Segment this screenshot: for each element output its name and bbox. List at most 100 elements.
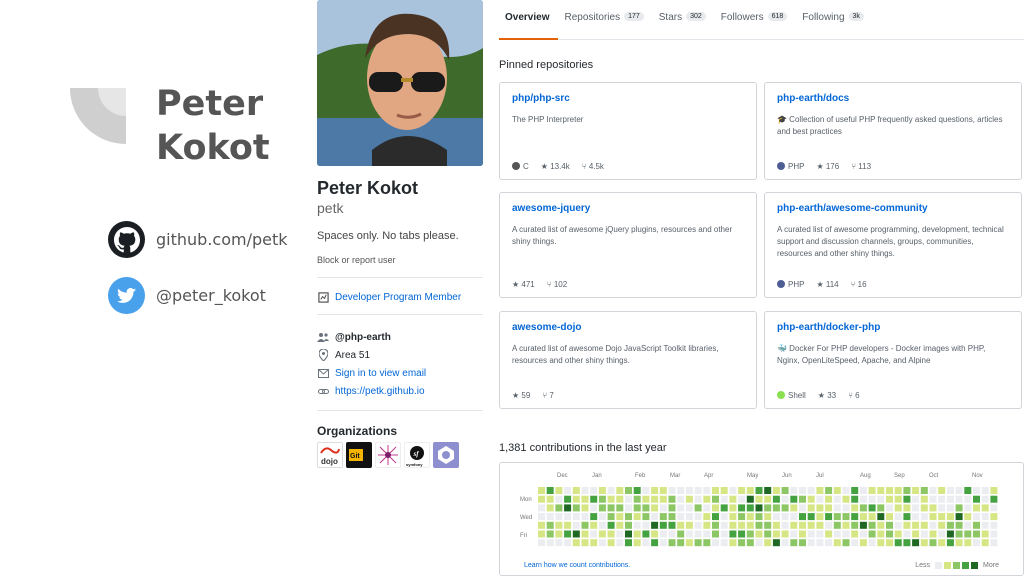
contribution-day[interactable] xyxy=(929,504,937,512)
contribution-day[interactable] xyxy=(538,521,545,529)
pinned-repo-card[interactable]: php-earth/docs 🎓 Collection of useful PH… xyxy=(764,82,1022,180)
contribution-day[interactable] xyxy=(607,521,615,529)
contribution-day[interactable] xyxy=(564,530,572,538)
contribution-day[interactable] xyxy=(555,513,563,521)
contribution-day[interactable] xyxy=(598,521,606,529)
contribution-day[interactable] xyxy=(746,504,754,512)
contribution-day[interactable] xyxy=(642,539,650,547)
contribution-day[interactable] xyxy=(790,495,798,503)
contribution-day[interactable] xyxy=(816,487,824,494)
repo-forks[interactable]: ⑂ 16 xyxy=(851,280,867,289)
contribution-day[interactable] xyxy=(572,487,580,494)
contribution-day[interactable] xyxy=(851,521,859,529)
contribution-day[interactable] xyxy=(755,513,763,521)
contribution-day[interactable] xyxy=(886,504,893,512)
contribution-day[interactable] xyxy=(990,513,998,521)
contribution-day[interactable] xyxy=(677,504,685,512)
contribution-day[interactable] xyxy=(651,487,659,494)
contribution-day[interactable] xyxy=(729,487,737,494)
contribution-day[interactable] xyxy=(903,495,911,503)
contribution-day[interactable] xyxy=(912,539,920,547)
contribution-day[interactable] xyxy=(633,539,641,547)
contribution-day[interactable] xyxy=(642,530,650,538)
contribution-day[interactable] xyxy=(807,487,815,494)
contribution-day[interactable] xyxy=(868,539,876,547)
email-link[interactable]: Sign in to view email xyxy=(317,367,426,379)
pinned-repo-card[interactable]: awesome-jquery A curated list of awesome… xyxy=(499,192,757,298)
contribution-day[interactable] xyxy=(590,539,598,547)
contribution-day[interactable] xyxy=(955,530,963,538)
contribution-day[interactable] xyxy=(955,487,963,494)
contribution-day[interactable] xyxy=(946,487,954,494)
contribution-day[interactable] xyxy=(546,521,554,529)
contribution-day[interactable] xyxy=(642,513,650,521)
contribution-day[interactable] xyxy=(764,521,772,529)
repo-name-link[interactable]: awesome-dojo xyxy=(512,322,744,333)
contribution-day[interactable] xyxy=(738,530,746,538)
contribution-day[interactable] xyxy=(607,530,615,538)
contribution-day[interactable] xyxy=(886,487,893,494)
contribution-day[interactable] xyxy=(851,513,859,521)
repo-stars[interactable]: ★ 114 xyxy=(816,280,838,289)
contribution-day[interactable] xyxy=(851,539,859,547)
contribution-day[interactable] xyxy=(668,513,676,521)
contribution-day[interactable] xyxy=(616,504,624,512)
contribution-day[interactable] xyxy=(764,495,772,503)
contribution-day[interactable] xyxy=(920,495,928,503)
contribution-day[interactable] xyxy=(807,504,815,512)
contribution-day[interactable] xyxy=(781,513,789,521)
contribution-day[interactable] xyxy=(816,539,824,547)
contribution-day[interactable] xyxy=(572,513,580,521)
contribution-day[interactable] xyxy=(903,513,911,521)
contribution-day[interactable] xyxy=(938,539,946,547)
contribution-day[interactable] xyxy=(912,495,920,503)
tab-followers[interactable]: Followers 618 xyxy=(715,0,796,40)
contribution-day[interactable] xyxy=(755,521,763,529)
contribution-day[interactable] xyxy=(564,539,572,547)
contribution-day[interactable] xyxy=(842,504,850,512)
contribution-day[interactable] xyxy=(555,530,563,538)
contribution-day[interactable] xyxy=(598,487,606,494)
contribution-day[interactable] xyxy=(825,521,833,529)
contribution-day[interactable] xyxy=(807,521,815,529)
contribution-day[interactable] xyxy=(538,495,545,503)
contribution-day[interactable] xyxy=(720,513,728,521)
repo-stars[interactable]: ★ 471 xyxy=(512,280,535,289)
contribution-day[interactable] xyxy=(694,530,702,538)
contribution-day[interactable] xyxy=(633,504,641,512)
contribution-day[interactable] xyxy=(598,513,606,521)
contribution-day[interactable] xyxy=(659,504,667,512)
contribution-day[interactable] xyxy=(799,487,806,494)
contribution-day[interactable] xyxy=(955,539,963,547)
contribution-day[interactable] xyxy=(833,495,841,503)
contribution-day[interactable] xyxy=(659,530,667,538)
repo-forks[interactable]: ⑂ 113 xyxy=(851,162,871,171)
contribution-day[interactable] xyxy=(790,521,798,529)
contribution-day[interactable] xyxy=(755,530,763,538)
tab-stars[interactable]: Stars 302 xyxy=(653,0,715,40)
contribution-day[interactable] xyxy=(590,521,598,529)
contribution-day[interactable] xyxy=(538,487,545,494)
contribution-day[interactable] xyxy=(894,539,902,547)
contribution-day[interactable] xyxy=(668,487,676,494)
contribution-day[interactable] xyxy=(598,504,606,512)
contribution-day[interactable] xyxy=(851,495,859,503)
contribution-day[interactable] xyxy=(973,513,980,521)
contribution-day[interactable] xyxy=(607,539,615,547)
repo-name-link[interactable]: php/php-src xyxy=(512,93,744,104)
contribution-day[interactable] xyxy=(677,487,685,494)
contribution-day[interactable] xyxy=(659,539,667,547)
contribution-day[interactable] xyxy=(712,521,719,529)
contribution-day[interactable] xyxy=(877,539,885,547)
contribution-day[interactable] xyxy=(772,513,780,521)
contribution-day[interactable] xyxy=(981,530,989,538)
contribution-day[interactable] xyxy=(651,495,659,503)
contribution-day[interactable] xyxy=(938,521,946,529)
repo-name-link[interactable]: php-earth/docs xyxy=(777,93,1009,104)
contribution-day[interactable] xyxy=(598,495,606,503)
contribution-day[interactable] xyxy=(720,487,728,494)
contribution-day[interactable] xyxy=(546,513,554,521)
contribution-day[interactable] xyxy=(912,504,920,512)
contribution-day[interactable] xyxy=(781,521,789,529)
pinned-repo-card[interactable]: php-earth/docker-php 🐳 Docker For PHP de… xyxy=(764,311,1022,409)
